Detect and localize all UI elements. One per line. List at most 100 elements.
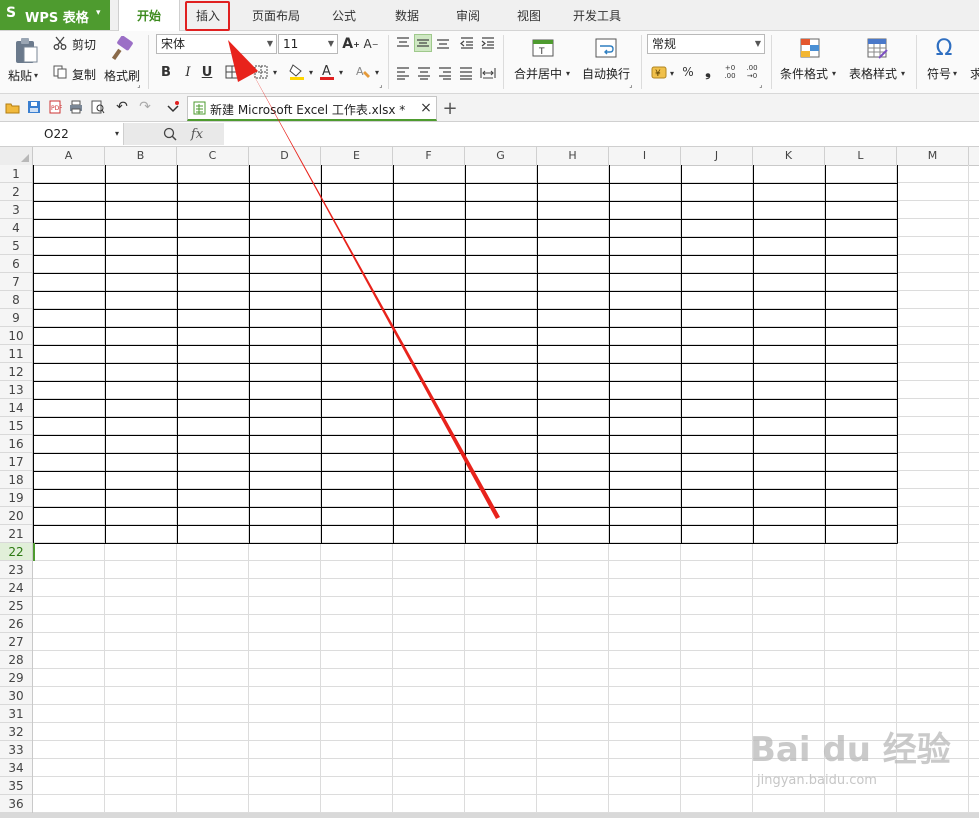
dialog-launcher-icon[interactable]: ⌟: [377, 81, 385, 89]
scissors-icon[interactable]: [52, 35, 68, 51]
document-tab[interactable]: 新建 Microsoft Excel 工作表.xlsx * ×: [187, 96, 437, 121]
thousands-separator-button[interactable]: ❟: [701, 63, 715, 81]
wrap-text-icon[interactable]: [593, 35, 619, 61]
italic-button[interactable]: I: [180, 63, 196, 81]
copy-icon[interactable]: [52, 64, 68, 80]
tab-formulas[interactable]: 公式: [322, 0, 366, 30]
row-header[interactable]: 22: [0, 543, 32, 561]
column-header[interactable]: E: [321, 147, 393, 165]
chevron-down-icon[interactable]: ▾: [373, 68, 381, 77]
chevron-down-icon[interactable]: ▾: [337, 68, 345, 77]
underline-button[interactable]: U: [199, 63, 215, 81]
paste-icon[interactable]: [12, 37, 40, 65]
row-header[interactable]: 15: [0, 417, 32, 435]
row-header[interactable]: 10: [0, 327, 32, 345]
row-header[interactable]: 1: [0, 165, 32, 183]
increase-decimal-icon[interactable]: +0.00: [722, 63, 738, 81]
font-size-select[interactable]: 11 ▼: [278, 34, 338, 54]
chevron-down-icon[interactable]: ▾: [951, 69, 959, 78]
number-format-select[interactable]: 常规 ▼: [647, 34, 765, 54]
customize-toolbar-icon[interactable]: [165, 99, 181, 115]
print-icon[interactable]: [68, 99, 84, 115]
sum-button-label[interactable]: 求: [970, 65, 979, 82]
row-header[interactable]: 27: [0, 633, 32, 651]
column-header[interactable]: K: [753, 147, 825, 165]
dialog-launcher-icon[interactable]: ⌟: [757, 81, 765, 89]
row-header[interactable]: 4: [0, 219, 32, 237]
worksheet-grid[interactable]: [33, 165, 979, 818]
row-header[interactable]: 32: [0, 723, 32, 741]
row-header[interactable]: 8: [0, 291, 32, 309]
wrap-text-button[interactable]: 自动换行: [582, 65, 630, 82]
chevron-down-icon[interactable]: ▾: [307, 68, 315, 77]
align-center-icon[interactable]: [416, 65, 432, 81]
chevron-down-icon[interactable]: ▾: [271, 68, 279, 77]
fill-color-icon[interactable]: [288, 62, 306, 82]
row-header[interactable]: 11: [0, 345, 32, 363]
clear-format-icon[interactable]: A: [354, 63, 372, 81]
row-header[interactable]: 26: [0, 615, 32, 633]
format-painter-icon[interactable]: [108, 35, 136, 63]
align-bottom-icon[interactable]: [435, 35, 451, 51]
cell-style-grid-icon[interactable]: [253, 64, 269, 80]
decrease-font-size-icon[interactable]: A −: [363, 35, 379, 53]
align-top-icon[interactable]: [395, 35, 411, 51]
print-preview-icon[interactable]: [90, 99, 106, 115]
column-header[interactable]: B: [105, 147, 177, 165]
row-header[interactable]: 31: [0, 705, 32, 723]
borders-icon[interactable]: [224, 64, 240, 80]
column-header[interactable]: D: [249, 147, 321, 165]
row-header[interactable]: 13: [0, 381, 32, 399]
row-header[interactable]: 29: [0, 669, 32, 687]
row-header[interactable]: 14: [0, 399, 32, 417]
insert-function-fx-icon[interactable]: fx: [187, 125, 207, 143]
export-pdf-icon[interactable]: PDF: [47, 99, 63, 115]
bold-button[interactable]: B: [158, 63, 174, 81]
redo-icon[interactable]: ↷: [137, 98, 153, 116]
merge-center-icon[interactable]: T: [530, 35, 556, 61]
column-header[interactable]: J: [681, 147, 753, 165]
row-header[interactable]: 33: [0, 741, 32, 759]
column-header[interactable]: L: [825, 147, 897, 165]
dialog-launcher-icon[interactable]: ⌟: [135, 81, 143, 89]
row-header[interactable]: 21: [0, 525, 32, 543]
tab-home[interactable]: 开始: [118, 0, 180, 31]
row-header[interactable]: 16: [0, 435, 32, 453]
font-name-select[interactable]: 宋体 ▼: [156, 34, 277, 54]
paste-button-label[interactable]: 粘贴: [8, 67, 32, 84]
tab-page-layout[interactable]: 页面布局: [244, 0, 308, 30]
table-style-button[interactable]: 表格样式: [849, 65, 897, 82]
row-header[interactable]: 24: [0, 579, 32, 597]
row-header[interactable]: 34: [0, 759, 32, 777]
currency-icon[interactable]: ¥: [650, 63, 668, 81]
row-header[interactable]: 7: [0, 273, 32, 291]
column-header[interactable]: F: [393, 147, 465, 165]
row-header[interactable]: 5: [0, 237, 32, 255]
row-header[interactable]: 17: [0, 453, 32, 471]
increase-font-size-icon[interactable]: A +: [342, 35, 360, 53]
select-all-corner[interactable]: [0, 147, 33, 165]
decrease-indent-icon[interactable]: [459, 35, 475, 51]
row-header[interactable]: 20: [0, 507, 32, 525]
tab-data[interactable]: 数据: [385, 0, 429, 30]
chevron-down-icon[interactable]: ▾: [32, 71, 40, 80]
row-header[interactable]: 25: [0, 597, 32, 615]
merge-center-button[interactable]: 合并居中: [514, 65, 562, 82]
percent-button[interactable]: %: [680, 63, 696, 81]
omega-symbol-icon[interactable]: Ω: [931, 35, 957, 61]
row-header[interactable]: 2: [0, 183, 32, 201]
row-header[interactable]: 3: [0, 201, 32, 219]
table-style-icon[interactable]: [864, 35, 890, 61]
close-tab-icon[interactable]: ×: [419, 100, 433, 116]
row-header[interactable]: 18: [0, 471, 32, 489]
name-box[interactable]: O22 ▾: [0, 123, 124, 145]
align-left-icon[interactable]: [395, 65, 411, 81]
chevron-down-icon[interactable]: ▾: [830, 69, 838, 78]
zoom-search-icon[interactable]: [162, 126, 178, 142]
row-header[interactable]: 30: [0, 687, 32, 705]
new-tab-plus-icon[interactable]: +: [442, 98, 458, 119]
undo-icon[interactable]: ↶: [114, 98, 130, 116]
column-header[interactable]: I: [609, 147, 681, 165]
column-header[interactable]: A: [33, 147, 105, 165]
row-header[interactable]: 19: [0, 489, 32, 507]
